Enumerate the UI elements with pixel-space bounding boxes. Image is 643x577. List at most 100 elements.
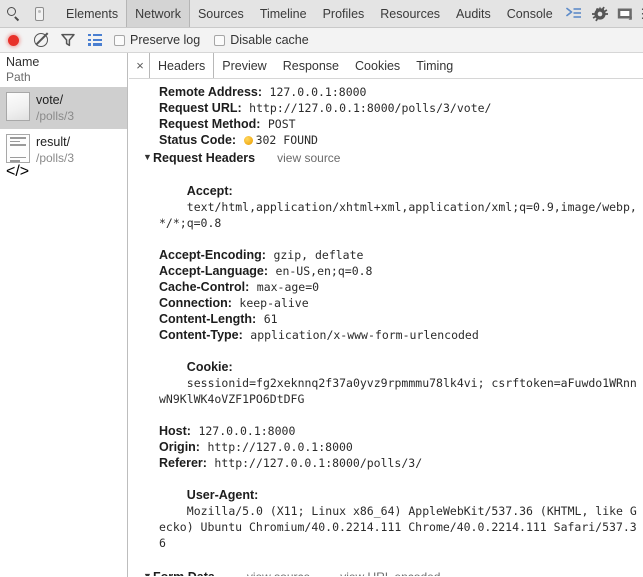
tab-headers[interactable]: Headers [149,53,215,78]
view-source-link[interactable]: view source [277,149,340,167]
network-toolbar: Preserve log Disable cache [0,28,643,53]
request-url-key: Request URL: [159,101,242,115]
origin-value: http://127.0.0.1:8000 [207,440,353,454]
clear-button[interactable] [27,28,54,52]
content-length-key: Content-Length: [159,312,257,326]
request-row-vote[interactable]: vote/ /polls/3 [0,87,127,129]
content-type-key: Content-Type: [159,328,243,342]
accept-key: Accept: [186,184,233,198]
close-icon[interactable]: × [131,53,149,79]
clear-icon [33,33,48,47]
disable-cache-checkbox[interactable]: Disable cache [214,33,317,47]
more-options-icon[interactable]: ⋮ [636,0,643,27]
header-row-accept: Accept: text/html,application/xhtml+xml,… [129,167,643,247]
request-detail-pane: × Headers Preview Response Cookies Timin… [129,53,643,577]
plain-document-icon [6,92,30,121]
request-path: /polls/3 [36,151,75,165]
tab-timeline[interactable]: Timeline [252,0,315,27]
tab-resources[interactable]: Resources [372,0,448,27]
request-list-header: Name Path [0,53,127,87]
remote-address-value: 127.0.0.1:8000 [269,85,367,99]
tab-timing[interactable]: Timing [408,53,461,78]
dock-position-icon[interactable] [613,0,639,27]
user-agent-value: Mozilla/5.0 (X11; Linux x86_64) AppleWeb… [159,504,637,550]
filter-icon [60,33,75,47]
origin-key: Origin: [159,440,200,454]
request-name: vote/ [36,93,64,107]
request-row-text: vote/ /polls/3 [36,92,74,124]
record-icon [8,34,19,46]
tab-elements[interactable]: Elements [58,0,126,27]
header-row-accept-encoding: Accept-Encoding: gzip, deflate [129,247,643,263]
header-row-user-agent: User-Agent: Mozilla/5.0 (X11; Linux x86_… [129,471,643,567]
tab-audits[interactable]: Audits [448,0,499,27]
dock-glyph [617,8,632,20]
header-row-cache-control: Cache-Control: max-age=0 [129,279,643,295]
device-toolbar-icon[interactable] [26,0,52,27]
section-title: Form Data [153,568,215,576]
tab-cookies[interactable]: Cookies [347,53,408,78]
header-row-host: Host: 127.0.0.1:8000 [129,423,643,439]
status-code-key: Status Code: [159,133,237,147]
cookie-key: Cookie: [186,360,233,374]
connection-value: keep-alive [239,296,309,310]
settings-gear-icon[interactable] [587,0,613,27]
header-row-cookie: Cookie: sessionid=fg2xeknnq2f37a0yvz9rpm… [129,343,643,423]
request-row-text: result/ /polls/3 [36,134,74,166]
status-badge-icon [243,136,253,145]
connection-key: Connection: [159,296,232,310]
request-row-result[interactable]: </> result/ /polls/3 [0,129,127,180]
general-row-status-code: Status Code: 302 FOUND [129,132,643,148]
top-toolbar-right-icons: ⋮ [561,0,643,27]
cache-control-key: Cache-Control: [159,280,250,294]
header-row-content-length: Content-Length: 61 [129,311,643,327]
chevron-down-icon[interactable]: ▼ [143,567,153,576]
headers-content: Remote Address: 127.0.0.1:8000 Request U… [129,79,643,576]
tab-response[interactable]: Response [275,53,347,78]
filter-button[interactable] [54,28,81,52]
header-row-accept-language: Accept-Language: en-US,en;q=0.8 [129,263,643,279]
header-row-referer: Referer: http://127.0.0.1:8000/polls/3/ [129,455,643,471]
request-name: result/ [36,135,71,149]
large-rows-icon [87,34,102,46]
request-path: /polls/3 [36,109,75,123]
view-url-encoded-link[interactable]: view URL encoded [340,568,440,576]
devtools-window: Elements Network Sources Timeline Profil… [0,0,643,577]
tab-sources[interactable]: Sources [190,0,252,27]
accept-language-value: en-US,en;q=0.8 [275,264,373,278]
section-header-request-headers[interactable]: ▼ Request Headers view source [129,149,643,167]
remote-address-key: Remote Address: [159,85,263,99]
tab-profiles[interactable]: Profiles [315,0,373,27]
detail-tab-bar: × Headers Preview Response Cookies Timin… [129,53,643,79]
request-method-value: POST [267,117,296,131]
html-document-icon: </> [6,134,30,180]
search-icon[interactable] [0,0,26,27]
console-drawer-icon[interactable] [561,0,587,27]
cookie-value: sessionid=fg2xeknnq2f37a0yvz9rpmmmu78lk4… [159,376,637,406]
tab-network[interactable]: Network [126,0,190,27]
disable-cache-box [214,34,226,46]
chevron-down-icon[interactable]: ▼ [143,148,153,166]
preserve-log-checkbox[interactable]: Preserve log [114,33,208,47]
large-rows-button[interactable] [81,28,108,52]
cache-control-value: max-age=0 [256,280,320,294]
general-row-request-url: Request URL: http://127.0.0.1:8000/polls… [129,100,643,116]
more-options-glyph: ⋮ [636,6,643,21]
accept-encoding-value: gzip, deflate [273,248,364,262]
preserve-log-box [114,34,125,46]
header-row-origin: Origin: http://127.0.0.1:8000 [129,439,643,455]
request-url-value: http://127.0.0.1:8000/polls/3/vote/ [249,101,492,115]
section-header-form-data[interactable]: ▼ Form Data view source view URL encoded [129,568,643,576]
header-row-content-type: Content-Type: application/x-www-form-url… [129,327,643,343]
record-button[interactable] [0,28,27,52]
general-row-remote-address: Remote Address: 127.0.0.1:8000 [129,84,643,100]
tab-console[interactable]: Console [499,0,561,27]
tab-preview[interactable]: Preview [214,53,274,78]
accept-language-key: Accept-Language: [159,264,269,278]
content-type-value: application/x-www-form-urlencoded [250,328,479,342]
column-header-name: Name [6,55,40,69]
view-source-link[interactable]: view source [247,568,310,576]
request-list-sidebar[interactable]: Name Path vote/ /polls/3 </> result/ /po… [0,53,128,577]
status-code-value: 302 [255,133,277,147]
column-header-path: Path [6,70,31,84]
